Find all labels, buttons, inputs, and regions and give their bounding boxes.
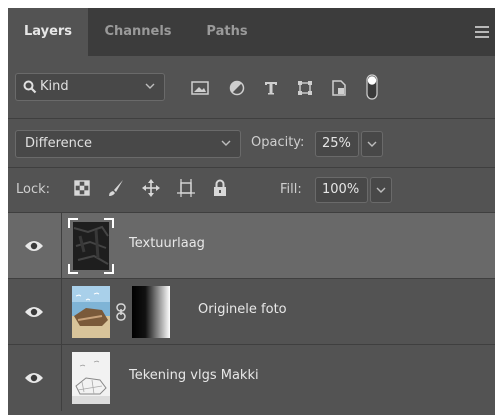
chevron-down-icon	[376, 187, 386, 193]
filter-kind-label: Kind	[40, 79, 69, 94]
fill-label: Fill:	[280, 182, 302, 197]
tab-channels[interactable]: Channels	[88, 8, 188, 56]
fill-input[interactable]: 100%	[315, 177, 368, 203]
shape-filter-icon[interactable]	[297, 80, 313, 96]
layer-thumbnail[interactable]	[68, 218, 114, 274]
panel-menu-icon[interactable]	[475, 26, 489, 38]
opacity-slider-button[interactable]	[361, 131, 383, 157]
mask-link-icon[interactable]	[115, 303, 127, 321]
selection-corner	[104, 264, 114, 274]
chevron-down-icon	[145, 83, 155, 89]
selection-corner	[104, 218, 114, 228]
mask-gradient-image	[132, 286, 170, 338]
layer-name[interactable]: Tekening vlgs Makki	[129, 368, 259, 383]
filter-kind-dropdown[interactable]: Kind	[15, 73, 165, 101]
type-filter-icon[interactable]	[263, 80, 279, 96]
opacity-label: Opacity:	[251, 135, 305, 150]
visibility-eye-icon[interactable]	[24, 239, 44, 253]
visibility-eye-icon[interactable]	[24, 305, 44, 319]
lock-transparent-pixels-icon[interactable]	[74, 180, 90, 196]
divider	[61, 279, 62, 345]
adjustment-filter-icon[interactable]	[229, 80, 245, 96]
sketch-thumbnail-image	[72, 352, 110, 404]
lock-label: Lock:	[16, 182, 51, 197]
layer-thumbnail[interactable]	[72, 352, 110, 404]
filter-row: Kind	[8, 56, 495, 118]
lock-position-icon[interactable]	[142, 179, 160, 197]
layer-mask-thumbnail[interactable]	[132, 286, 170, 338]
lock-all-icon[interactable]	[213, 179, 227, 197]
chevron-down-icon	[221, 140, 231, 146]
layer-thumbnail[interactable]	[72, 286, 110, 338]
opacity-input[interactable]: 25%	[315, 131, 359, 157]
chevron-down-icon	[367, 141, 377, 147]
tab-paths[interactable]: Paths	[188, 8, 266, 56]
blend-row: Difference Opacity: 25%	[8, 119, 495, 167]
tab-layers[interactable]: Layers	[8, 8, 88, 56]
selection-corner	[68, 218, 78, 228]
divider	[61, 345, 62, 411]
photo-thumbnail-image	[72, 286, 110, 338]
divider	[61, 213, 62, 279]
fill-slider-button[interactable]	[370, 177, 392, 203]
opacity-value: 25%	[322, 136, 351, 151]
search-icon	[23, 80, 37, 94]
layer-name[interactable]: Textuurlaag	[129, 236, 205, 251]
lock-image-pixels-icon[interactable]	[108, 179, 124, 197]
filter-toggle-icon[interactable]	[366, 74, 378, 100]
lock-row: Lock: Fill: 100%	[8, 168, 495, 212]
blend-mode-value: Difference	[25, 136, 93, 151]
layer-name[interactable]: Originele foto	[198, 302, 287, 317]
layer-row-tekening-vlgs-makki[interactable]: Tekening vlgs Makki	[8, 344, 495, 411]
layer-row-originele-foto[interactable]: Originele foto	[8, 278, 495, 345]
fill-value: 100%	[322, 182, 360, 197]
panel-tab-bar: Layers Channels Paths	[8, 8, 495, 56]
layer-row-textuurlaag[interactable]: Textuurlaag	[8, 212, 495, 279]
lock-artboard-icon[interactable]	[177, 179, 195, 197]
visibility-eye-icon[interactable]	[24, 371, 44, 385]
layers-panel: Layers Channels Paths Kind Difference Op…	[8, 8, 495, 415]
selection-corner	[68, 264, 78, 274]
blend-mode-dropdown[interactable]: Difference	[15, 130, 241, 158]
smart-object-filter-icon[interactable]	[331, 79, 347, 97]
image-filter-icon[interactable]	[191, 80, 209, 96]
